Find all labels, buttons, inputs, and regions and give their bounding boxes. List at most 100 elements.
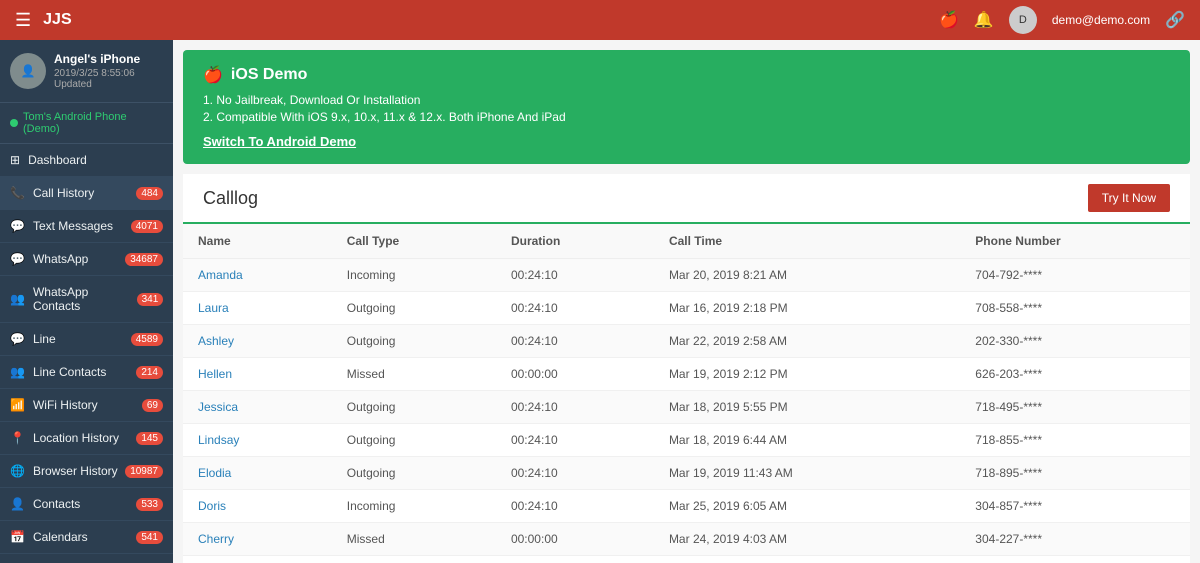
- cell-name: Doris: [183, 490, 332, 523]
- cell-name: Lindsay: [183, 424, 332, 457]
- table-col-header: Call Time: [654, 224, 960, 259]
- table-row[interactable]: AshleyOutgoing00:24:10Mar 22, 2019 2:58 …: [183, 325, 1190, 358]
- table-row[interactable]: AmandaIncoming00:24:10Mar 20, 2019 8:21 …: [183, 259, 1190, 292]
- dashboard-icon: ⊞: [10, 153, 20, 167]
- cell-duration: 00:24:10: [496, 490, 654, 523]
- cell-name: Cherry: [183, 523, 332, 556]
- sidebar-item-label: Contacts: [33, 497, 80, 511]
- cell-call-type: Missed: [332, 523, 496, 556]
- wifi-history-icon: 📶: [10, 398, 25, 412]
- table-row[interactable]: LindsayOutgoing00:24:10Mar 18, 2019 6:44…: [183, 424, 1190, 457]
- sidebar-item-left: 💬WhatsApp: [10, 252, 88, 266]
- table-col-header: Phone Number: [960, 224, 1190, 259]
- contacts-icon: 👤: [10, 497, 25, 511]
- sidebar-badge: 484: [136, 187, 163, 200]
- sidebar-item-location-history[interactable]: 📍Location History145: [0, 422, 173, 455]
- try-it-button[interactable]: Try It Now: [1088, 184, 1170, 212]
- sidebar-item-left: 💬Text Messages: [10, 219, 113, 233]
- cell-call-type: Outgoing: [332, 556, 496, 563]
- sidebar-user: 👤 Angel's iPhone 2019/3/25 8:55:06 Updat…: [0, 40, 173, 103]
- table-row[interactable]: HellenMissed00:00:00Mar 19, 2019 2:12 PM…: [183, 358, 1190, 391]
- hamburger-icon[interactable]: ☰: [15, 10, 31, 31]
- line-icon: 💬: [10, 332, 25, 346]
- sidebar-item-wifi-history[interactable]: 📶WiFi History69: [0, 389, 173, 422]
- cell-phone: 304-227-****: [960, 523, 1190, 556]
- cell-phone: 718-495-****: [960, 391, 1190, 424]
- share-icon[interactable]: 🔗: [1165, 10, 1185, 30]
- sidebar-item-label: Browser History: [33, 464, 118, 478]
- cell-call-time: Mar 19, 2019 2:12 PM: [654, 358, 960, 391]
- calllog-table-wrapper: NameCall TypeDurationCall TimePhone Numb…: [183, 224, 1190, 563]
- cell-name: Hellen: [183, 358, 332, 391]
- cell-phone: 708-558-****: [960, 292, 1190, 325]
- table-header-row: NameCall TypeDurationCall TimePhone Numb…: [183, 224, 1190, 259]
- sidebar-item-left: 📅Calendars: [10, 530, 88, 544]
- cell-call-time: Mar 22, 2019 2:58 AM: [654, 325, 960, 358]
- user-info: Angel's iPhone 2019/3/25 8:55:06 Updated: [54, 52, 163, 90]
- cell-phone: 718-495-****: [960, 556, 1190, 563]
- table-row[interactable]: LydiaOutgoing00:24:10Mar 19, 2019 7:47 A…: [183, 556, 1190, 563]
- sidebar-item-left: 👥WhatsApp Contacts: [10, 285, 137, 313]
- cell-phone: 304-857-****: [960, 490, 1190, 523]
- calendars-icon: 📅: [10, 530, 25, 544]
- ios-banner-points: 1. No Jailbreak, Download Or Installatio…: [203, 93, 1170, 124]
- cell-duration: 00:24:10: [496, 424, 654, 457]
- cell-call-type: Outgoing: [332, 292, 496, 325]
- cell-call-time: Mar 19, 2019 11:43 AM: [654, 457, 960, 490]
- sidebar-item-label: Line: [33, 332, 56, 346]
- device-item[interactable]: Tom's Android Phone (Demo): [0, 103, 173, 144]
- table-col-header: Name: [183, 224, 332, 259]
- sidebar-item-whatsapp-contacts[interactable]: 👥WhatsApp Contacts341: [0, 276, 173, 323]
- cell-phone: 626-203-****: [960, 358, 1190, 391]
- sidebar-item-notes[interactable]: 📝Notes573: [0, 554, 173, 563]
- sidebar-item-label: Dashboard: [28, 153, 87, 167]
- cell-duration: 00:00:00: [496, 358, 654, 391]
- call-history-icon: 📞: [10, 186, 25, 200]
- sidebar-item-label: Line Contacts: [33, 365, 106, 379]
- sidebar-item-browser-history[interactable]: 🌐 Browser History 10987: [0, 455, 173, 488]
- table-row[interactable]: ElodiaOutgoing00:24:10Mar 19, 2019 11:43…: [183, 457, 1190, 490]
- switch-android-link[interactable]: Switch To Android Demo: [203, 134, 356, 149]
- sidebar-badge: 10987: [125, 465, 163, 478]
- sidebar-item-dashboard[interactable]: ⊞ Dashboard: [0, 144, 173, 177]
- location-history-icon: 📍: [10, 431, 25, 445]
- sidebar-badge: 533: [136, 498, 163, 511]
- cell-call-type: Outgoing: [332, 457, 496, 490]
- sidebar-item-left: 👥Line Contacts: [10, 365, 106, 379]
- avatar: 👤: [10, 53, 46, 89]
- cell-phone: 704-792-****: [960, 259, 1190, 292]
- sidebar-item-calendars[interactable]: 📅Calendars 541: [0, 521, 173, 554]
- sidebar-item-whatsapp[interactable]: 💬WhatsApp34687: [0, 243, 173, 276]
- layout: 👤 Angel's iPhone 2019/3/25 8:55:06 Updat…: [0, 40, 1200, 563]
- sidebar-item-line[interactable]: 💬 Line 4589: [0, 323, 173, 356]
- sidebar: 👤 Angel's iPhone 2019/3/25 8:55:06 Updat…: [0, 40, 173, 563]
- header-right: 🍎 🔔 D demo@demo.com 🔗: [939, 6, 1185, 34]
- sidebar-badge: 4589: [131, 333, 163, 346]
- table-row[interactable]: LauraOutgoing00:24:10Mar 16, 2019 2:18 P…: [183, 292, 1190, 325]
- sidebar-item-contacts[interactable]: 👤 Contacts 533: [0, 488, 173, 521]
- cell-call-type: Missed: [332, 358, 496, 391]
- header: ☰ JJS 🍎 🔔 D demo@demo.com 🔗: [0, 0, 1200, 40]
- sidebar-badge: 69: [142, 399, 163, 412]
- cell-duration: 00:24:10: [496, 556, 654, 563]
- sidebar-item-text-messages[interactable]: 💬Text Messages 4071: [0, 210, 173, 243]
- table-row[interactable]: DorisIncoming00:24:10Mar 25, 2019 6:05 A…: [183, 490, 1190, 523]
- sidebar-item-line-contacts[interactable]: 👥Line Contacts214: [0, 356, 173, 389]
- sidebar-badge: 541: [136, 531, 163, 544]
- cell-call-time: Mar 24, 2019 4:03 AM: [654, 523, 960, 556]
- sidebar-item-label: WhatsApp Contacts: [33, 285, 137, 313]
- user-name: Angel's iPhone: [54, 52, 163, 66]
- notification-icon[interactable]: 🔔: [974, 10, 994, 30]
- table-body: AmandaIncoming00:24:10Mar 20, 2019 8:21 …: [183, 259, 1190, 563]
- cell-duration: 00:24:10: [496, 457, 654, 490]
- table-row[interactable]: JessicaOutgoing00:24:10Mar 18, 2019 5:55…: [183, 391, 1190, 424]
- sidebar-badge: 4071: [131, 220, 163, 233]
- browser-history-icon: 🌐: [10, 464, 25, 478]
- table-row[interactable]: CherryMissed00:00:00Mar 24, 2019 4:03 AM…: [183, 523, 1190, 556]
- user-date: 2019/3/25 8:55:06 Updated: [54, 68, 163, 90]
- sidebar-item-call-history[interactable]: 📞Call History484: [0, 177, 173, 210]
- table-col-header: Duration: [496, 224, 654, 259]
- cell-call-type: Outgoing: [332, 424, 496, 457]
- ios-banner-title: 🍎 iOS Demo: [203, 65, 1170, 85]
- cell-name: Jessica: [183, 391, 332, 424]
